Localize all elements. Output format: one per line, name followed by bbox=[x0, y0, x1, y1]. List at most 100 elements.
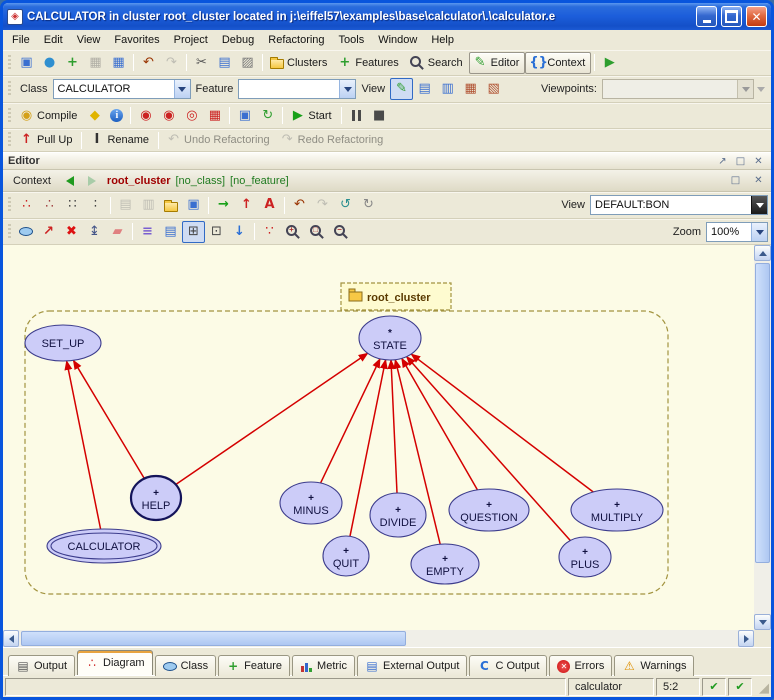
context-cluster[interactable]: root_cluster bbox=[107, 175, 171, 187]
chevron-down-icon[interactable] bbox=[751, 196, 767, 214]
compile-c-icon[interactable]: ▦ bbox=[203, 105, 226, 127]
history-back-icon[interactable] bbox=[61, 172, 79, 190]
fit-to-page-icon[interactable]: ⊡ bbox=[205, 221, 228, 243]
copy-icon[interactable]: ▤ bbox=[213, 52, 236, 74]
menu-help[interactable]: Help bbox=[424, 31, 461, 49]
menu-refactoring[interactable]: Refactoring bbox=[261, 31, 331, 49]
features-button[interactable]: +Features bbox=[333, 52, 404, 74]
finalize-icon[interactable]: ◎ bbox=[180, 105, 203, 127]
menu-project[interactable]: Project bbox=[167, 31, 215, 49]
scroll-right-icon[interactable] bbox=[738, 630, 754, 647]
inheritance-link-help-set_up[interactable] bbox=[73, 360, 144, 478]
inheritance-link-minus-state[interactable] bbox=[321, 359, 380, 483]
class-node-calculator[interactable]: CALCULATOR bbox=[47, 529, 161, 563]
anchor-item-icon[interactable]: ↨ bbox=[83, 221, 106, 243]
clusters-button[interactable]: Clusters bbox=[266, 52, 333, 74]
feature-combo[interactable] bbox=[238, 79, 356, 99]
tab-feature[interactable]: +Feature bbox=[218, 655, 290, 676]
tab-class[interactable]: Class bbox=[155, 655, 217, 676]
link-with-editor-icon[interactable]: → bbox=[212, 194, 235, 216]
scroll-left-icon[interactable] bbox=[3, 630, 19, 647]
add-text-label-icon[interactable]: A bbox=[258, 194, 281, 216]
vertical-scroll-track[interactable] bbox=[754, 261, 771, 614]
close-button[interactable] bbox=[746, 6, 767, 27]
save-all-icon[interactable]: ▦ bbox=[107, 52, 130, 74]
menu-debug[interactable]: Debug bbox=[215, 31, 261, 49]
class-node-question[interactable]: +QUESTION bbox=[449, 489, 529, 531]
open-in-new-window-icon[interactable]: ▥ bbox=[436, 78, 459, 100]
tab-diagram[interactable]: ∴Diagram bbox=[77, 650, 153, 675]
toolbar-gripper[interactable] bbox=[8, 197, 11, 213]
class-relations-icon[interactable]: ∴ bbox=[15, 194, 38, 216]
search-button[interactable]: Search bbox=[405, 52, 469, 74]
open-file-icon[interactable]: ● bbox=[38, 52, 61, 74]
force-layout-icon[interactable]: ≡ bbox=[136, 221, 159, 243]
class-node-plus[interactable]: +PLUS bbox=[559, 537, 611, 577]
diagram-refresh-icon[interactable]: ↺ bbox=[334, 194, 357, 216]
context-button[interactable]: {}Context bbox=[525, 52, 591, 74]
diagram-canvas[interactable]: root_cluster SET_UP *STATE +HELP CALCULATOR +… bbox=[3, 245, 754, 630]
menu-view[interactable]: View bbox=[70, 31, 108, 49]
class-node-divide[interactable]: +DIVIDE bbox=[370, 493, 426, 537]
class-node-quit[interactable]: +QUIT bbox=[323, 536, 369, 576]
flat-view-icon[interactable]: ▦ bbox=[459, 78, 482, 100]
external-editor-icon[interactable]: ▶ bbox=[598, 52, 621, 74]
menu-tools[interactable]: Tools bbox=[332, 31, 372, 49]
supplier-links-icon[interactable]: ∷ bbox=[61, 194, 84, 216]
pull-up-button[interactable]: ↑Pull Up bbox=[15, 129, 78, 151]
class-node-help[interactable]: +HELP bbox=[131, 476, 181, 520]
clickable-view-icon[interactable]: ▧ bbox=[482, 78, 505, 100]
erase-item-icon[interactable]: ▰ bbox=[106, 221, 129, 243]
zoom-fit-icon[interactable]: □ bbox=[305, 221, 329, 243]
layout-diagram-icon[interactable]: ▤ bbox=[159, 221, 182, 243]
panel-maximize-icon[interactable] bbox=[733, 154, 748, 168]
class-node-set_up[interactable]: SET_UP bbox=[25, 325, 101, 361]
stop-icon[interactable]: ■ bbox=[368, 105, 391, 127]
chevron-down-icon[interactable] bbox=[174, 80, 190, 98]
inheritance-link-divide-state[interactable] bbox=[391, 360, 397, 493]
title-bar[interactable]: CALCULATOR in cluster root_cluster locat… bbox=[3, 3, 771, 30]
tab-errors[interactable]: ✕Errors bbox=[549, 655, 612, 676]
toolbar-gripper[interactable] bbox=[8, 55, 11, 71]
horizontal-scroll-thumb[interactable] bbox=[21, 631, 406, 646]
editor-button[interactable]: ✎Editor bbox=[469, 52, 526, 74]
diagram-view-combo[interactable]: DEFAULT:BON bbox=[590, 195, 768, 215]
new-cluster-icon[interactable] bbox=[160, 194, 182, 216]
diagram-undo-icon[interactable]: ↶ bbox=[288, 194, 311, 216]
diagram-reload-icon[interactable]: ↻ bbox=[357, 194, 380, 216]
toolbar-overflow-icon[interactable] bbox=[754, 80, 768, 98]
menu-favorites[interactable]: Favorites bbox=[107, 31, 166, 49]
scroll-down-icon[interactable] bbox=[754, 614, 771, 630]
class-node-minus[interactable]: +MINUS bbox=[280, 482, 342, 524]
crop-links-icon[interactable]: ∵ bbox=[258, 221, 281, 243]
update-project-icon[interactable]: ↻ bbox=[256, 105, 279, 127]
class-node-state[interactable]: *STATE bbox=[359, 316, 421, 360]
open-in-window-icon[interactable]: ▣ bbox=[182, 194, 205, 216]
class-node-empty[interactable]: +EMPTY bbox=[411, 544, 479, 584]
cut-icon[interactable]: ✂ bbox=[190, 52, 213, 74]
depth-sort-icon[interactable]: ↓ bbox=[228, 221, 251, 243]
undo-icon[interactable]: ↶ bbox=[137, 52, 160, 74]
quick-melt-icon[interactable]: ◉ bbox=[157, 105, 180, 127]
inheritance-link-help-state[interactable] bbox=[176, 353, 368, 484]
new-inheritance-link-icon[interactable]: ↗ bbox=[37, 221, 60, 243]
system-info-icon[interactable]: i bbox=[106, 105, 127, 127]
zoom-in-icon[interactable]: + bbox=[281, 221, 305, 243]
tab-warnings[interactable]: ⚠Warnings bbox=[614, 655, 694, 676]
go-to-ancestor-icon[interactable]: ↑ bbox=[235, 194, 258, 216]
freeze-icon[interactable]: ◆ bbox=[83, 105, 106, 127]
class-combo[interactable]: CALCULATOR bbox=[53, 79, 191, 99]
tab-metric[interactable]: Metric bbox=[292, 655, 355, 676]
class-node-multiply[interactable]: +MULTIPLY bbox=[571, 489, 663, 531]
toolbar-gripper[interactable] bbox=[8, 132, 11, 148]
new-window-icon[interactable]: ▣ bbox=[15, 52, 38, 74]
cluster-label[interactable]: root_cluster bbox=[341, 283, 451, 310]
toolbar-gripper[interactable] bbox=[8, 224, 11, 240]
chevron-down-icon[interactable] bbox=[751, 223, 767, 241]
horizontal-scrollbar[interactable] bbox=[3, 630, 771, 647]
resize-grip[interactable] bbox=[754, 678, 769, 696]
minimize-button[interactable] bbox=[696, 6, 717, 27]
open-in-new-tab-icon[interactable]: ▤ bbox=[413, 78, 436, 100]
open-generated-icon[interactable]: ▣ bbox=[233, 105, 256, 127]
tab-c-output[interactable]: CC Output bbox=[469, 655, 547, 676]
